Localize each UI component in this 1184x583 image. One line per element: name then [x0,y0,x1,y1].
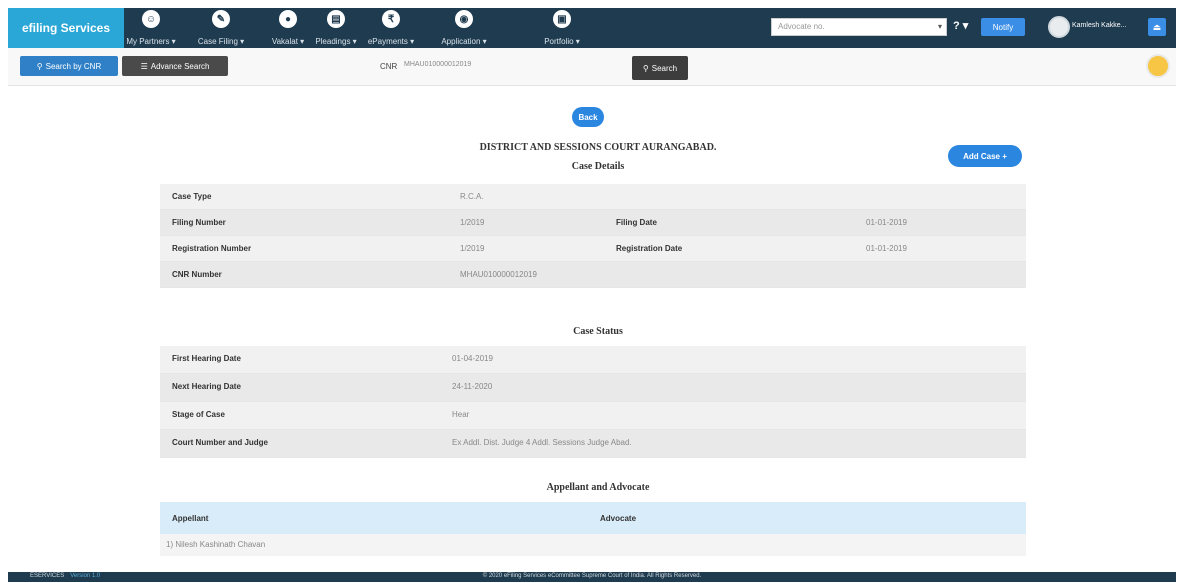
nav-label: ePayments ▾ [367,37,415,46]
top-nav: efiling Services ☺ My Partners ▾ ✎ Case … [8,8,1176,48]
nav-label: Vakalat ▾ [271,37,305,46]
filing-number-value: 1/2019 [460,218,485,227]
advance-search-label: Advance Search [150,61,210,71]
table-row: Stage of Case Hear [160,402,1026,430]
table-row: Next Hearing Date 24-11-2020 [160,374,1026,402]
search-toolbar: ⚲ Search by CNR ☰ Advance Search CNR MHA… [8,48,1176,86]
search-icon: ⚲ [36,61,43,71]
appellant-name: 1) Nilesh Kashinath Chavan [166,540,266,549]
table-row: Filing Number 1/2019 Filing Date 01-01-2… [160,210,1026,236]
nav-portfolio[interactable]: ▣ Portfolio ▾ [538,10,586,46]
footer-brand-label: ESERVICES [30,573,65,579]
table-row: Court Number and Judge Ex Addl. Dist. Ju… [160,430,1026,458]
logout-icon[interactable]: ⏏ [1148,18,1166,36]
nav-epayments[interactable]: ₹ ePayments ▾ [366,10,416,46]
filing-date-value: 01-01-2019 [866,218,907,227]
next-hearing-value: 24-11-2020 [452,382,493,391]
nav-vakalat[interactable]: ● Vakalat ▾ [270,10,306,46]
chevron-down-icon: ▾ [937,22,942,31]
table-row: Case Type R.C.A. [160,184,1026,210]
advocate-select-placeholder: Advocate no. [778,22,825,31]
portfolio-icon: ▣ [553,10,571,28]
account-circle-icon: ☺ [142,10,160,28]
court-title: DISTRICT AND SESSIONS COURT AURANGABAD. [479,142,717,153]
case-status-table: First Hearing Date 01-04-2019 Next Heari… [160,346,1026,458]
main-content: Back DISTRICT AND SESSIONS COURT AURANGA… [8,86,1176,572]
stage-label: Stage of Case [172,410,225,419]
case-type-value: R.C.A. [460,192,484,201]
appellant-table: Appellant Advocate 1) Nilesh Kashinath C… [160,502,1026,556]
cnr-number-label: CNR Number [172,270,222,279]
nav-label: My Partners ▾ [126,37,176,46]
avatar[interactable] [1048,16,1070,38]
registration-number-label: Registration Number [172,244,252,253]
filing-number-label: Filing Number [172,218,226,227]
search-button-label: Search [651,63,678,73]
advocate-select[interactable]: Advocate no. ▾ [771,18,947,36]
table-row: Registration Number 1/2019 Registration … [160,236,1026,262]
search-icon: ⚲ [642,63,649,73]
appellant-header: Appellant [172,514,209,523]
username[interactable]: Kamlesh Kakke... [1072,22,1126,29]
cnr-input[interactable]: MHAU010000012019 [400,56,620,76]
appellant-advocate-title: Appellant and Advocate [546,482,650,493]
court-judge-value: Ex Addl. Dist. Judge 4 Addl. Sessions Ju… [452,438,632,447]
application-icon: ◉ [455,10,473,28]
gavel-icon: ● [279,10,297,28]
court-judge-label: Court Number and Judge [172,438,269,447]
advocate-header: Advocate [600,514,637,523]
registration-date-value: 01-01-2019 [866,244,907,253]
payment-icon: ₹ [382,10,400,28]
edit-icon: ✎ [212,10,230,28]
notify-button[interactable]: Notify [981,18,1025,36]
footer-brand: ESERVICES Version 1.0 [30,573,100,579]
table-header-row: Appellant Advocate [160,502,1026,534]
nav-pleadings[interactable]: ▤ Pleadings ▾ [312,10,360,46]
advance-search-button[interactable]: ☰ Advance Search [122,56,228,76]
nav-label: Case Filing ▾ [197,37,245,46]
footer-copyright: © 2020 eFiling Services eCommittee Supre… [482,573,702,579]
case-status-title: Case Status [573,326,623,337]
filing-date-label: Filing Date [616,218,657,227]
next-hearing-label: Next Hearing Date [172,382,241,391]
search-by-cnr-button[interactable]: ⚲ Search by CNR [20,56,118,76]
search-button[interactable]: ⚲ Search [632,56,688,80]
cnr-label: CNR [380,62,398,71]
nav-case-filing[interactable]: ✎ Case Filing ▾ [197,10,245,46]
search-by-cnr-label: Search by CNR [45,61,102,71]
app-frame: efiling Services ☺ My Partners ▾ ✎ Case … [8,8,1176,582]
brand-logo[interactable]: efiling Services [8,8,124,48]
footer: © 2020 eFiling Services eCommittee Supre… [8,572,1176,582]
table-row: 1) Nilesh Kashinath Chavan [160,534,1026,556]
table-row: CNR Number MHAU010000012019 [160,262,1026,288]
nav-label: Portfolio ▾ [544,37,580,46]
nav-label: Pleadings ▾ [315,37,357,46]
floating-help-button[interactable] [1146,54,1170,78]
case-type-label: Case Type [172,192,212,201]
list-icon: ☰ [140,61,148,71]
document-icon: ▤ [327,10,345,28]
nav-application[interactable]: ◉ Application ▾ [434,10,494,46]
first-hearing-value: 01-04-2019 [452,354,493,363]
registration-date-label: Registration Date [616,244,683,253]
table-row: First Hearing Date 01-04-2019 [160,346,1026,374]
first-hearing-label: First Hearing Date [172,354,241,363]
add-case-button[interactable]: Add Case + [948,145,1022,167]
footer-version: Version 1.0 [70,573,101,579]
cnr-number-value: MHAU010000012019 [460,270,537,279]
case-details-table: Case Type R.C.A. Filing Number 1/2019 Fi… [160,184,1026,288]
registration-number-value: 1/2019 [460,244,485,253]
case-details-title: Case Details [571,161,625,172]
stage-value: Hear [452,410,470,419]
nav-label: Application ▾ [441,37,487,46]
back-button[interactable]: Back [572,107,604,127]
help-menu[interactable]: ? ▾ [953,19,968,32]
nav-my-partners[interactable]: ☺ My Partners ▾ [126,10,176,46]
